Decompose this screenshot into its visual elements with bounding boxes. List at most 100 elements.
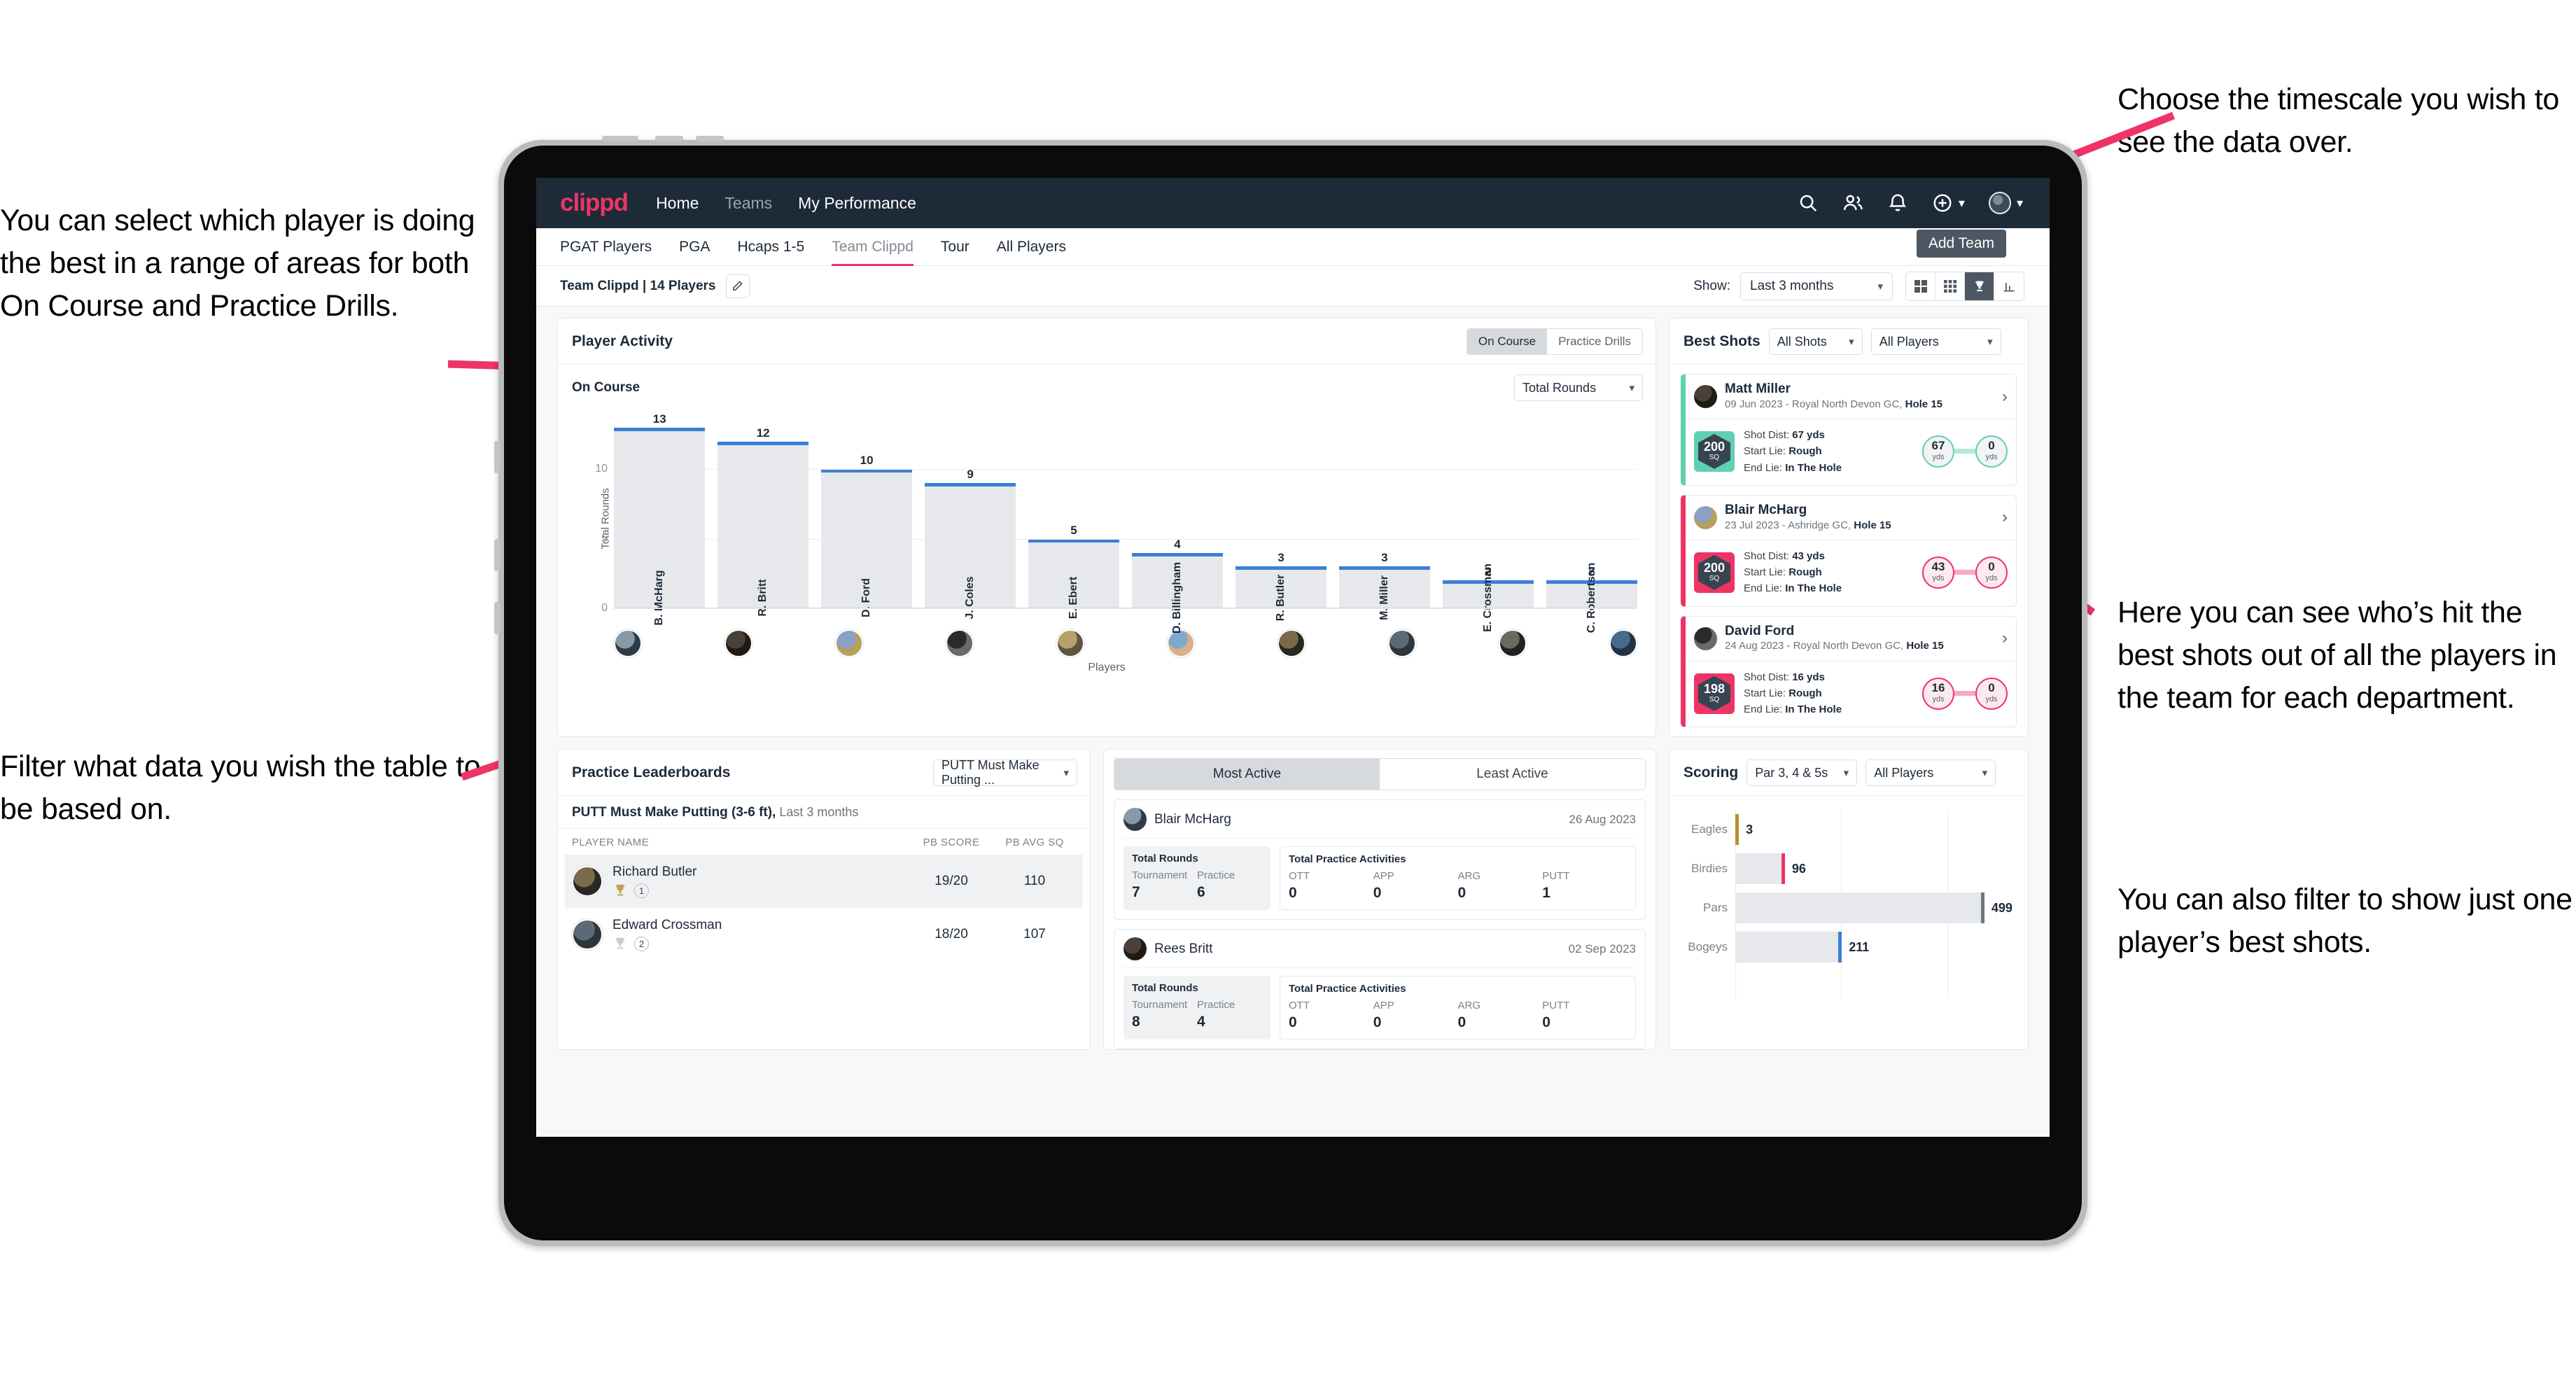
- stat-col: OTT 0: [1289, 870, 1310, 902]
- chevron-right-icon[interactable]: ›: [2002, 387, 2008, 407]
- shot-dist-line: Shot Dist: 67 yds: [1744, 427, 1842, 443]
- distance-visual: 67 yds 0 yds: [1922, 435, 2008, 468]
- total-practice-title: Total Practice Activities: [1289, 853, 1406, 866]
- segment-practice-drills[interactable]: Practice Drills: [1547, 329, 1642, 354]
- chart-player-avatar[interactable]: [614, 629, 642, 657]
- activity-card-header: Blair McHarg 26 Aug 2023: [1124, 808, 1636, 839]
- distance-to-value: 0: [1988, 680, 1995, 694]
- best-shot-date-course: 09 Jun 2023 - Royal North Devon GC,: [1725, 398, 1905, 410]
- table-body: Richard Butler 1 19/20 110 Edward Crossman 2 1…: [565, 855, 1083, 961]
- search-icon[interactable]: [1798, 192, 1819, 214]
- people-icon[interactable]: [1842, 192, 1863, 214]
- shot-dist-label: Shot Dist:: [1744, 550, 1793, 562]
- scoring-par-filter-value: Par 3, 4 & 5s: [1755, 765, 1828, 780]
- best-shots-shot-filter[interactable]: All Shots ▾: [1768, 328, 1863, 355]
- scoring-bar-cap: [1735, 814, 1740, 846]
- side-button-3[interactable]: [494, 602, 500, 634]
- chart-bar-label: B. McHarg: [653, 570, 666, 626]
- distance-from-circle: 67 yds: [1922, 435, 1954, 468]
- scoring-bar-cap: [1980, 892, 1984, 924]
- segment-on-course[interactable]: On Course: [1466, 329, 1548, 354]
- tab-pgat-players[interactable]: PGAT Players: [560, 228, 652, 266]
- best-shots-player-filter[interactable]: All Players ▾: [1870, 328, 2001, 355]
- tab-tour[interactable]: Tour: [941, 228, 969, 266]
- chart-bar-label: D. Ford: [860, 578, 873, 617]
- chart-player-avatar[interactable]: [724, 629, 752, 657]
- scoring-rows: Eagles 3 Birdies 96 Pars 499 Bogeys 211: [1681, 810, 2012, 967]
- shot-dist-label: Shot Dist:: [1744, 671, 1793, 683]
- row-player-name: Edward Crossman: [612, 918, 722, 933]
- clippd-logo[interactable]: clippd: [560, 189, 629, 217]
- scoring-par-filter[interactable]: Par 3, 4 & 5s ▾: [1746, 760, 1858, 787]
- scoring-value: 499: [1991, 900, 2012, 915]
- drill-select[interactable]: PUTT Must Make Putting ... ▾: [933, 758, 1077, 787]
- activity-date: 26 Aug 2023: [1569, 812, 1636, 826]
- chart-player-avatar[interactable]: [1388, 629, 1416, 657]
- activity-player-card[interactable]: Rees Britt 02 Sep 2023 Total Rounds Tournam…: [1114, 929, 1646, 1050]
- tab-pga[interactable]: PGA: [679, 228, 710, 266]
- chart-bar-value: 5: [1070, 523, 1077, 537]
- distance-from-circle: 43 yds: [1922, 556, 1954, 589]
- chart-bar-column: 5 E. Ebert: [1028, 414, 1120, 619]
- activity-player-card[interactable]: Blair McHarg 26 Aug 2023 Total Rounds Tourn…: [1114, 799, 1646, 920]
- chart-player-avatar[interactable]: [1278, 629, 1306, 657]
- period-select[interactable]: Last 3 months ▾: [1740, 272, 1893, 300]
- grid-3x3-icon-button[interactable]: [1935, 272, 1965, 300]
- chart-player-avatar[interactable]: [1499, 629, 1527, 657]
- side-button-1[interactable]: [494, 441, 500, 473]
- bell-icon[interactable]: [1887, 192, 1908, 214]
- annotation-right-middle: Here you can see who’s hit the best shot…: [2118, 596, 2557, 715]
- tab-team-clippd[interactable]: Team Clippd: [832, 228, 913, 266]
- column-header-pb-score: PB SCORE: [923, 836, 980, 849]
- volume-up-button[interactable]: [655, 136, 683, 141]
- start-lie-line: Start Lie: Rough: [1744, 564, 1842, 580]
- stat-col: APP 0: [1373, 1000, 1394, 1031]
- row-player: Richard Butler 1: [612, 864, 909, 898]
- start-lie-line: Start Lie: Rough: [1744, 685, 1842, 701]
- chart-bar-column: 3 M. Miller: [1338, 414, 1431, 620]
- tab-all-players[interactable]: All Players: [997, 228, 1066, 266]
- best-shot-card[interactable]: David Ford 24 Aug 2023 - Royal North Devo…: [1681, 615, 2017, 728]
- power-button[interactable]: [602, 136, 638, 141]
- tab-least-active[interactable]: Least Active: [1380, 759, 1645, 790]
- chart-player-avatar[interactable]: [1056, 629, 1084, 657]
- chart-player-avatar[interactable]: [835, 629, 863, 657]
- table-row[interactable]: Richard Butler 1 19/20 110: [565, 855, 1083, 909]
- avatar: [1124, 808, 1147, 832]
- best-shot-card[interactable]: Matt Miller 09 Jun 2023 - Royal North Dev…: [1681, 374, 2017, 486]
- volume-down-button[interactable]: [696, 136, 724, 141]
- avatar: [1124, 937, 1147, 961]
- chart-player-avatar[interactable]: [946, 629, 974, 657]
- trophy-icon-button[interactable]: [1965, 272, 1994, 300]
- start-lie-value: Rough: [1788, 687, 1822, 699]
- player-activity-card: Player Activity On Course Practice Drill…: [557, 318, 1656, 738]
- row-player: Edward Crossman 2: [612, 918, 909, 951]
- edit-team-button[interactable]: [725, 274, 750, 298]
- row-rank: 2: [634, 936, 649, 951]
- grid-2x2-icon-button[interactable]: [1906, 272, 1935, 300]
- side-button-2[interactable]: [494, 539, 500, 571]
- metric-select[interactable]: Total Rounds ▾: [1514, 374, 1643, 401]
- nav-link-teams[interactable]: Teams: [724, 194, 772, 213]
- total-rounds-title: Total Rounds: [1132, 853, 1198, 865]
- start-lie-value: Rough: [1788, 445, 1822, 458]
- nav-link-my-performance[interactable]: My Performance: [798, 194, 916, 213]
- chevron-right-icon[interactable]: ›: [2002, 629, 2008, 648]
- avatar[interactable]: [1988, 192, 2011, 214]
- chevron-right-icon[interactable]: ›: [2002, 507, 2008, 527]
- scoring-player-filter[interactable]: All Players ▾: [1865, 760, 1996, 787]
- profile-chevron-down-icon[interactable]: ▾: [2017, 196, 2023, 211]
- nav-link-home[interactable]: Home: [656, 194, 699, 213]
- chart-player-avatar[interactable]: [1609, 629, 1637, 657]
- stat-col: PUTT 1: [1542, 870, 1570, 902]
- best-shots-header: Best Shots All Shots ▾ All Players ▾: [1670, 318, 2028, 365]
- tab-hcaps-1-5[interactable]: Hcaps 1-5: [737, 228, 804, 266]
- annotation-left-bottom: Filter what data you wish the table to b…: [0, 750, 481, 827]
- plus-menu-chevron-down-icon[interactable]: ▾: [1959, 196, 1965, 211]
- bar-chart-icon-button[interactable]: [1994, 272, 2024, 300]
- plus-circle-icon[interactable]: [1932, 192, 1953, 214]
- table-row[interactable]: Edward Crossman 2 18/20 107: [565, 908, 1083, 961]
- best-shot-card[interactable]: Blair McHarg 23 Jul 2023 - Ashridge GC, H…: [1681, 494, 2017, 607]
- scoring-value: 3: [1746, 822, 1754, 836]
- tab-most-active[interactable]: Most Active: [1114, 759, 1380, 790]
